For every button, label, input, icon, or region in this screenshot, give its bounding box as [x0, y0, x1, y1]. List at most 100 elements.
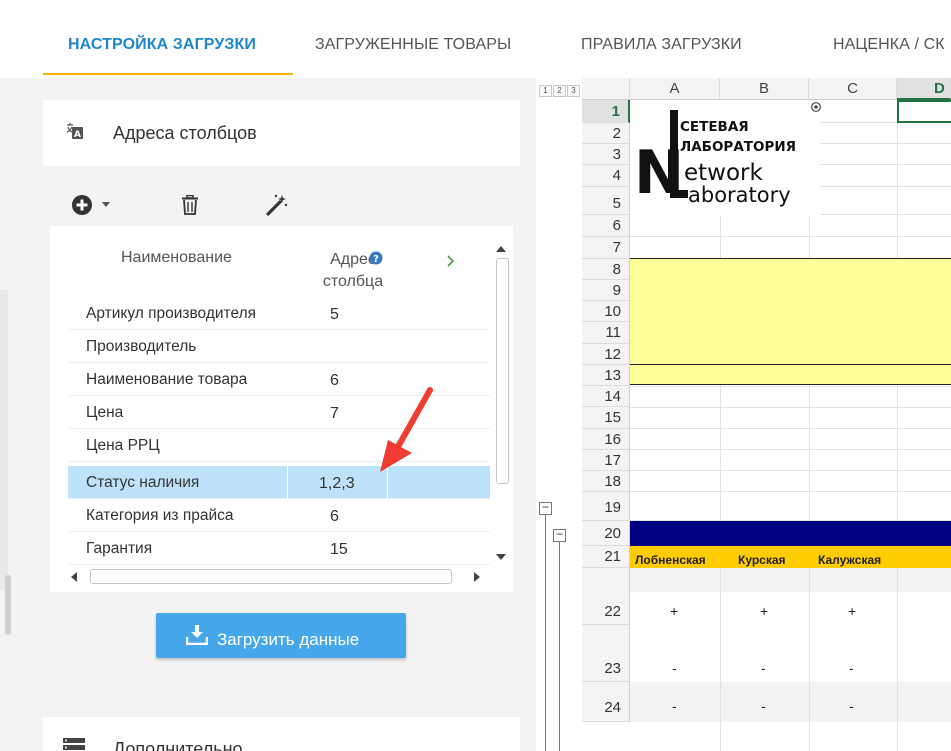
- row-header[interactable]: 6: [582, 215, 630, 237]
- row-header[interactable]: 16: [582, 429, 630, 450]
- image-anchor-icon[interactable]: [811, 102, 821, 112]
- row-header[interactable]: 20: [582, 521, 630, 546]
- cell-b24[interactable]: -: [761, 698, 766, 714]
- svg-text:СЕТЕВАЯ: СЕТЕВАЯ: [680, 119, 749, 135]
- row-header[interactable]: 8: [582, 259, 630, 280]
- cell-c21[interactable]: Калужская: [818, 553, 881, 567]
- outline-collapse-toggle[interactable]: −: [553, 528, 566, 542]
- row-header[interactable]: 21: [582, 546, 630, 568]
- magic-wand-icon: [266, 194, 288, 216]
- table-row[interactable]: Категория из прайса 6: [68, 499, 490, 532]
- row-header[interactable]: 2: [582, 123, 630, 144]
- add-dropdown-button[interactable]: [99, 192, 113, 218]
- row-header[interactable]: 22: [582, 568, 630, 625]
- column-header-c[interactable]: C: [809, 78, 897, 100]
- active-cell[interactable]: [897, 100, 951, 123]
- row-header[interactable]: 3: [582, 144, 630, 165]
- row-header[interactable]: 23: [582, 625, 630, 682]
- tab-uploaded-products[interactable]: ЗАГРУЖЕННЫЕ ТОВАРЫ: [315, 36, 511, 54]
- table-row[interactable]: Гарантия 15: [68, 532, 490, 565]
- section-title: Дополнительно: [113, 739, 243, 751]
- select-all-corner[interactable]: [582, 78, 630, 100]
- scroll-up-icon[interactable]: [496, 246, 506, 252]
- caret-down-icon: [102, 202, 110, 207]
- row-header[interactable]: 12: [582, 344, 630, 365]
- help-icon[interactable]: ?: [369, 251, 383, 265]
- row-header[interactable]: 15: [582, 407, 630, 429]
- row-header[interactable]: 11: [582, 322, 630, 344]
- svg-text:?: ?: [373, 254, 379, 265]
- grid-vertical-scrollbar[interactable]: [492, 240, 512, 565]
- horizontal-scroll-thumb[interactable]: [90, 569, 452, 584]
- outline-collapse-toggle[interactable]: −: [539, 501, 552, 515]
- table-row[interactable]: Артикул производителя 5: [68, 297, 490, 330]
- column-header-d[interactable]: D: [897, 78, 951, 100]
- cell-a22[interactable]: +: [670, 603, 678, 619]
- upload-data-button[interactable]: Загрузить данные: [156, 613, 406, 658]
- cell-b22[interactable]: +: [760, 603, 768, 619]
- yellow-band: [630, 258, 951, 385]
- svg-text:A: A: [74, 130, 81, 140]
- spreadsheet-preview: 1 2 3 − − A B C D 1 2 3 4 5 6 7 8 9 10 1…: [536, 78, 951, 751]
- row-header[interactable]: 13: [582, 365, 630, 386]
- cell-c23[interactable]: -: [849, 660, 854, 676]
- server-icon: [63, 738, 85, 751]
- plus-circle-icon: [72, 195, 92, 215]
- row-header[interactable]: 14: [582, 386, 630, 407]
- row-header[interactable]: 5: [582, 187, 630, 215]
- section-title: Адреса столбцов: [113, 123, 257, 143]
- cell-b21[interactable]: Курская: [738, 553, 786, 567]
- chevron-right-icon[interactable]: [447, 255, 455, 267]
- delete-row-button[interactable]: [177, 192, 203, 218]
- cell-b23[interactable]: -: [761, 660, 766, 676]
- outline-level-1[interactable]: 1: [539, 85, 552, 97]
- grid-toolbar: [43, 184, 520, 224]
- add-row-button[interactable]: [69, 192, 95, 218]
- tab-upload-settings[interactable]: НАСТРОЙКА ЗАГРУЗКИ: [68, 36, 256, 54]
- svg-text:aboratory: aboratory: [688, 183, 791, 207]
- column-address-grid: Наименование Адрес столбца ? Артикул про…: [50, 226, 513, 592]
- trash-icon: [182, 195, 198, 215]
- row-header[interactable]: 24: [582, 682, 630, 722]
- row-header[interactable]: 9: [582, 280, 630, 301]
- cell-a21[interactable]: Лобненская: [635, 553, 706, 567]
- cell-c22[interactable]: +: [848, 603, 856, 619]
- cell-a23[interactable]: -: [672, 660, 677, 676]
- translate-icon: A: [65, 122, 85, 142]
- tab-markup[interactable]: НАЦЕНКА / СК: [833, 36, 945, 54]
- column-header-b[interactable]: B: [720, 78, 809, 100]
- page-scrollbar[interactable]: [5, 575, 11, 635]
- network-laboratory-logo[interactable]: N СЕТЕВАЯ ЛАБОРАТОРИЯ etwork aboratory: [630, 100, 820, 215]
- left-edge: [0, 290, 8, 590]
- additional-section-header[interactable]: Дополнительно: [43, 717, 520, 751]
- vertical-scroll-thumb[interactable]: [496, 258, 509, 484]
- scroll-down-icon[interactable]: [496, 554, 506, 560]
- svg-text:ЛАБОРАТОРИЯ: ЛАБОРАТОРИЯ: [680, 139, 796, 155]
- outline-gutter: 1 2 3 − −: [536, 78, 582, 751]
- row-header-1[interactable]: 1: [582, 100, 630, 123]
- column-addresses-header[interactable]: A Адреса столбцов: [43, 100, 520, 166]
- scroll-left-icon[interactable]: [71, 572, 77, 582]
- cell-c24[interactable]: -: [849, 698, 854, 714]
- header-name[interactable]: Наименование: [121, 249, 232, 267]
- active-tab-indicator: [43, 73, 293, 75]
- outline-level-2[interactable]: 2: [553, 85, 566, 97]
- column-header-a[interactable]: A: [630, 78, 720, 100]
- row-header[interactable]: 10: [582, 301, 630, 322]
- grid-horizontal-scrollbar[interactable]: [68, 566, 488, 586]
- cell-separator: [287, 466, 288, 499]
- auto-detect-button[interactable]: [264, 192, 290, 218]
- row-header[interactable]: 19: [582, 492, 630, 521]
- row-header[interactable]: 4: [582, 165, 630, 187]
- annotation-arrow-icon: [380, 387, 433, 472]
- row-header[interactable]: 7: [582, 237, 630, 259]
- outline-level-3[interactable]: 3: [567, 85, 580, 97]
- tab-upload-rules[interactable]: ПРАВИЛА ЗАГРУЗКИ: [581, 36, 742, 54]
- scroll-right-icon[interactable]: [474, 572, 480, 582]
- table-row[interactable]: Производитель: [68, 330, 490, 363]
- top-tabs: НАСТРОЙКА ЗАГРУЗКИ ЗАГРУЖЕННЫЕ ТОВАРЫ ПР…: [0, 0, 951, 78]
- cell-a24[interactable]: -: [672, 698, 677, 714]
- row-header[interactable]: 18: [582, 471, 630, 492]
- row-header[interactable]: 17: [582, 450, 630, 471]
- header-address[interactable]: Адрес столбца: [308, 249, 398, 293]
